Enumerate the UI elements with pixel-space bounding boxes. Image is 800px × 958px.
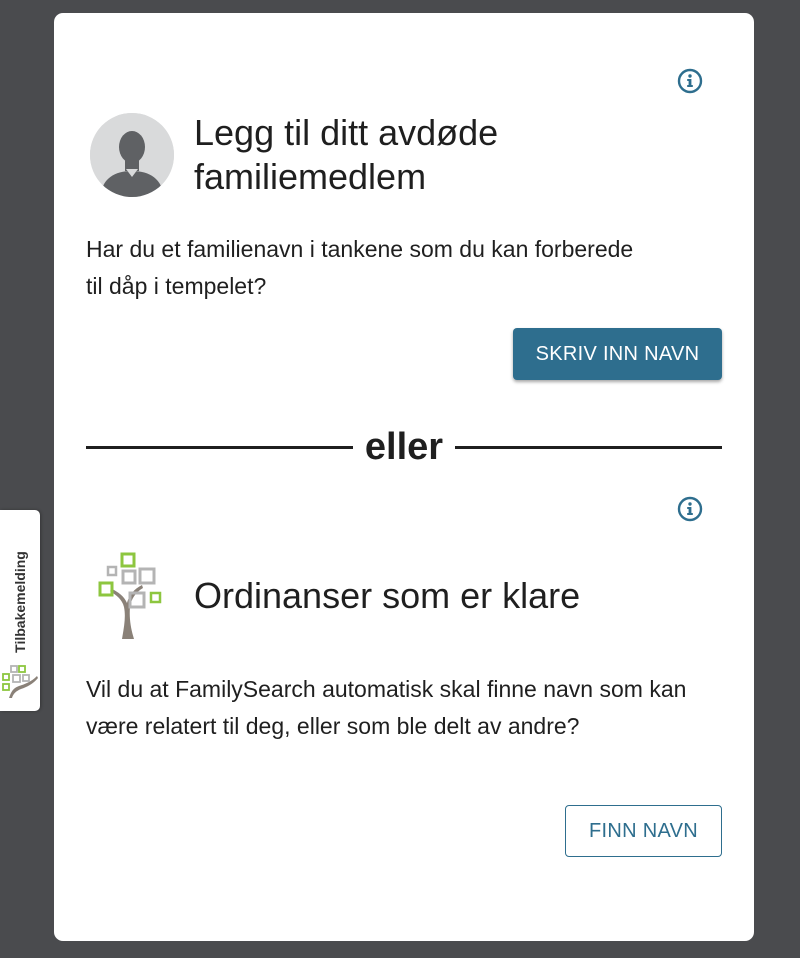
card: Legg til ditt avdøde familiemedlem Har d… xyxy=(54,13,754,941)
info-icon[interactable] xyxy=(677,496,703,522)
enter-name-button[interactable]: SKRIV INN NAVN xyxy=(513,328,722,380)
ready-ordinances-description: Vil du at FamilySearch automatisk skal f… xyxy=(86,676,687,739)
ready-ordinances-header: Ordinanser som er klare xyxy=(98,551,580,641)
family-tree-icon xyxy=(98,552,162,639)
find-names-button[interactable]: FINN NAVN xyxy=(565,805,722,857)
ready-ordinances-title: Ordinanser som er klare xyxy=(194,575,581,616)
info-icon[interactable] xyxy=(677,68,703,94)
add-relative-title: Legg til ditt avdøde familiemedlem xyxy=(194,112,499,197)
or-divider-text: eller xyxy=(364,426,444,468)
avatar-silhouette-icon xyxy=(90,113,174,197)
feedback-tab[interactable]: Tilbakemelding xyxy=(0,510,40,711)
divider-line-left xyxy=(86,445,353,449)
or-divider: eller xyxy=(86,426,723,468)
add-relative-header: Legg til ditt avdøde familiemedlem xyxy=(90,111,554,199)
add-relative-description: Har du et familienavn i tankene som du k… xyxy=(86,236,634,299)
family-tree-icon xyxy=(2,665,38,698)
feedback-tab-label: Tilbakemelding xyxy=(12,551,28,653)
divider-line-right xyxy=(455,445,723,449)
